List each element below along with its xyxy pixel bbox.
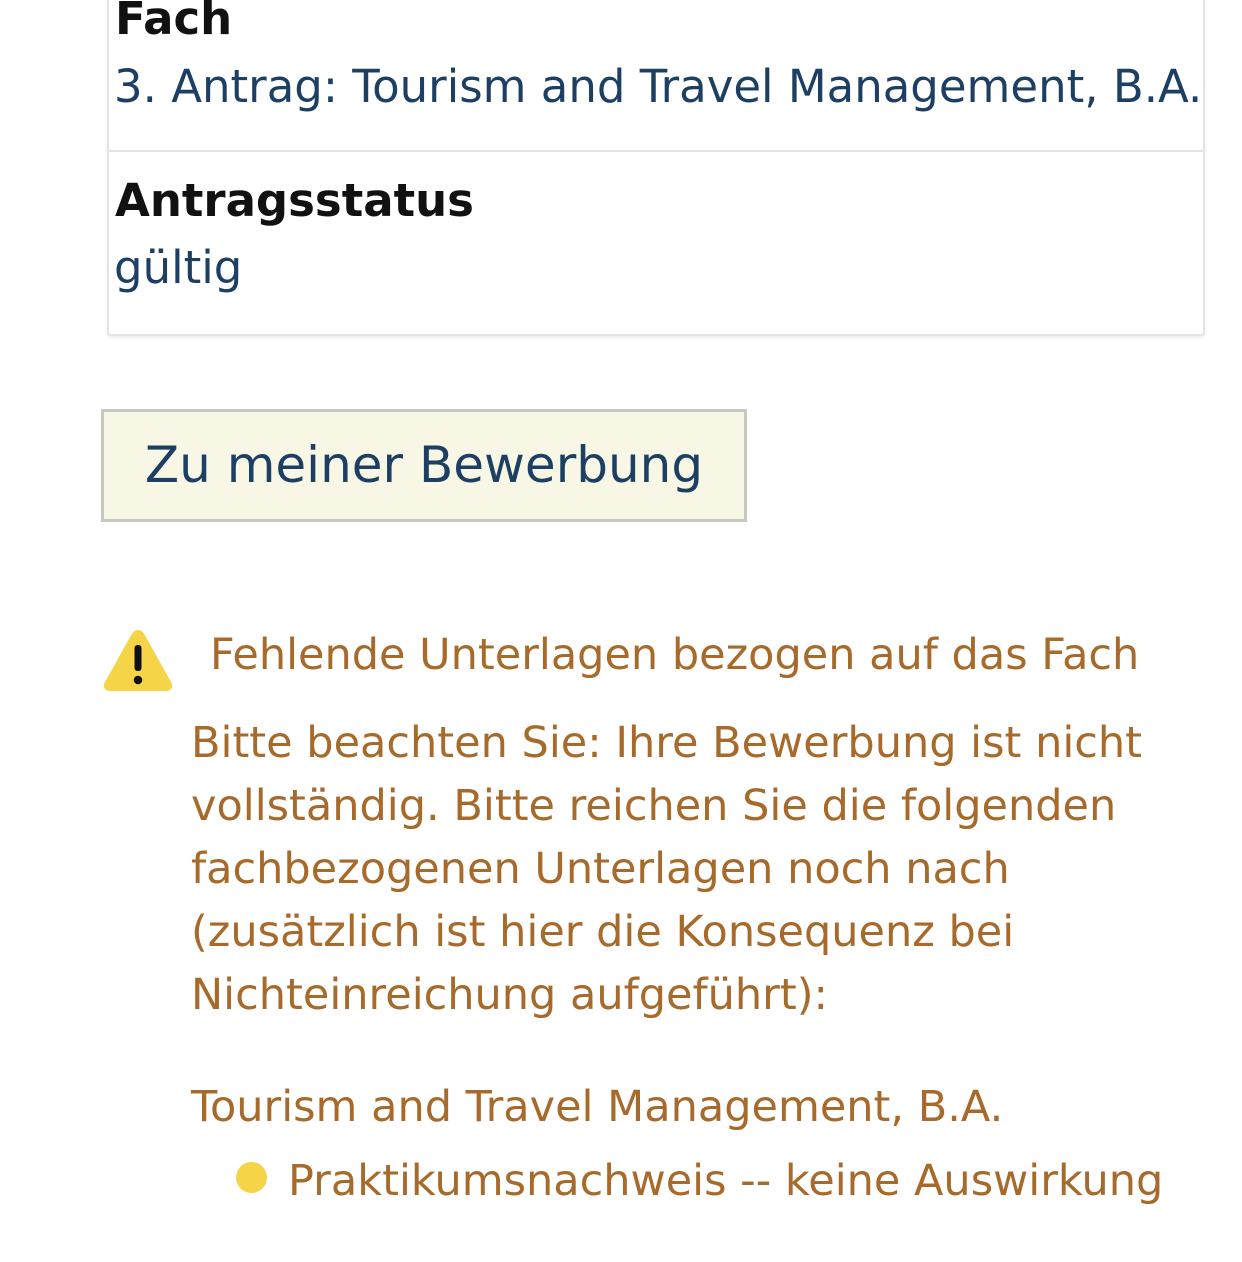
message-line: (zusätzlich ist hier die Konsequenz bei (191, 907, 1015, 957)
missing-documents-message: Bitte beachten Sie: Ihre Bewerbung ist n… (191, 712, 1201, 1027)
my-application-button[interactable]: Zu meiner Bewerbung (101, 409, 747, 522)
page: Fach 3. Antrag: Tourism and Travel Manag… (0, 0, 1242, 1262)
application-details-card: Fach 3. Antrag: Tourism and Travel Manag… (107, 0, 1205, 336)
card-divider (109, 150, 1203, 152)
missing-documents-title: Fehlende Unterlagen bezogen auf das Fach (210, 630, 1140, 680)
message-line: Bitte beachten Sie: Ihre Bewerbung ist n… (191, 718, 1143, 768)
message-line: Nichteinreichung aufgeführt): (191, 970, 828, 1020)
subject-value: 3. Antrag: Tourism and Travel Management… (114, 60, 1203, 113)
message-line: vollständig. Bitte reichen Sie die folge… (191, 781, 1117, 831)
bullet-dot-icon (236, 1162, 267, 1193)
status-label: Antragsstatus (115, 174, 474, 227)
status-value: gültig (114, 241, 243, 294)
warning-icon (103, 630, 173, 691)
subject-label: Fach (115, 0, 233, 45)
message-line: fachbezogenen Unterlagen noch nach (191, 844, 1010, 894)
missing-documents-subject: Tourism and Travel Management, B.A. (191, 1082, 1004, 1132)
missing-document-text: Praktikumsnachweis -- keine Auswirkung (288, 1156, 1164, 1206)
